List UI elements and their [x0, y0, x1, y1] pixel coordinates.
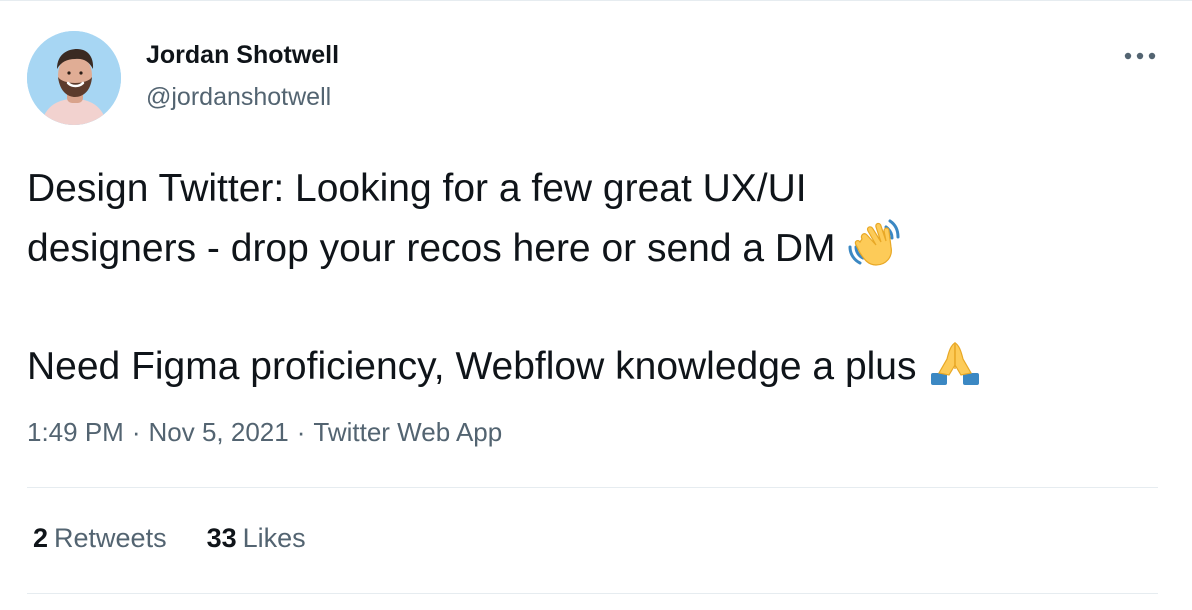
tweet-line: Need Figma proficiency, Webflow knowledg…: [27, 339, 1157, 401]
tweet-card: Jordan Shotwell @jordanshotwell Design T…: [0, 0, 1192, 610]
divider: [27, 593, 1158, 594]
likes-label: Likes: [242, 523, 306, 553]
tweet-line-text: designers - drop your recos here or send…: [27, 227, 836, 270]
meta-separator: ·: [296, 417, 306, 447]
tweet-stats: 2 Retweets 33 Likes: [33, 523, 306, 554]
meta-separator: ·: [131, 417, 141, 447]
more-icon: [1124, 52, 1156, 60]
retweets-stat[interactable]: 2 Retweets: [33, 523, 167, 554]
tweet-line: designers - drop your recos here or send…: [27, 217, 1157, 283]
tweet-timestamp-time[interactable]: 1:49 PM: [27, 417, 124, 447]
folded-hands-icon: [927, 339, 983, 401]
tweet-source[interactable]: Twitter Web App: [313, 417, 502, 447]
tweet-metadata: 1:49 PM · Nov 5, 2021 · Twitter Web App: [27, 417, 502, 448]
likes-stat[interactable]: 33 Likes: [207, 523, 306, 554]
tweet-line-text: Need Figma proficiency, Webflow knowledg…: [27, 345, 917, 388]
retweets-label: Retweets: [54, 523, 167, 553]
tweet-line: Design Twitter: Looking for a few great …: [27, 161, 1157, 217]
tweet-timestamp-date[interactable]: Nov 5, 2021: [149, 417, 289, 447]
tweet-line-text: Design Twitter: Looking for a few great …: [27, 167, 807, 210]
retweets-count: 2: [33, 523, 49, 553]
avatar-image: [27, 31, 121, 125]
avatar[interactable]: [27, 31, 121, 125]
author-name[interactable]: Jordan Shotwell: [146, 41, 339, 70]
more-options-button[interactable]: [1118, 41, 1162, 71]
author-handle[interactable]: @jordanshotwell: [146, 83, 331, 112]
divider: [27, 487, 1158, 488]
likes-count: 33: [206, 523, 237, 553]
waving-hand-icon: [846, 217, 902, 283]
tweet-text: Design Twitter: Looking for a few great …: [27, 161, 1157, 401]
